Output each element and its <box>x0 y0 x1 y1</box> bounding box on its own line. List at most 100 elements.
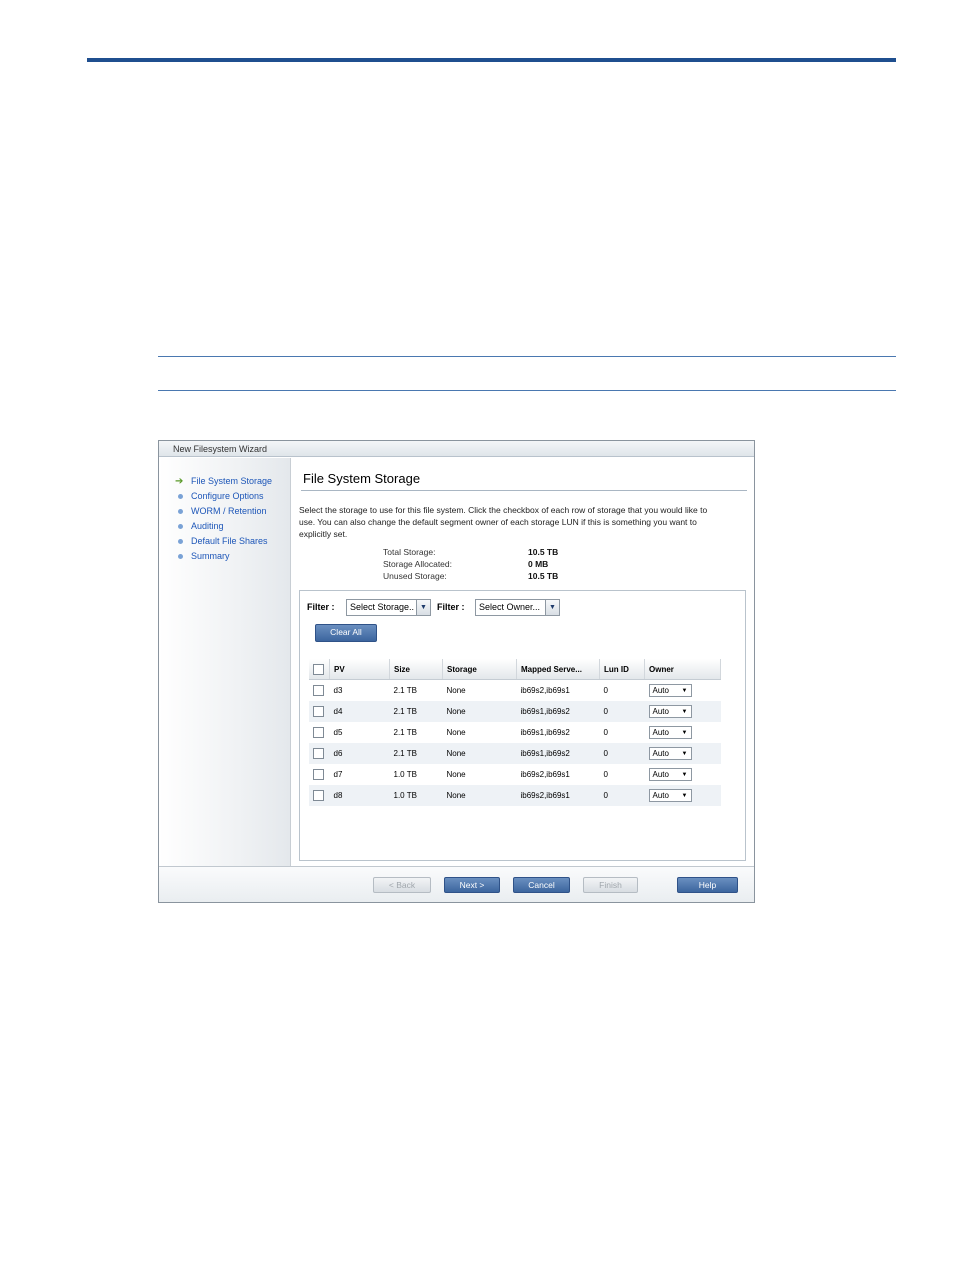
lun-id-cell: 0 <box>599 743 645 764</box>
summary-value: 10.5 TB <box>528 571 559 581</box>
step-file-system-storage[interactable]: ➔ File System Storage <box>175 474 272 489</box>
row-checkbox[interactable] <box>313 727 324 738</box>
owner-value: Auto <box>652 749 669 758</box>
row-checkbox[interactable] <box>313 790 324 801</box>
pv-cell: d4 <box>329 701 390 722</box>
next-button[interactable]: Next > <box>444 877 500 893</box>
table-row[interactable]: d6 2.1 TB None ib69s1,ib69s2 0 Auto ▼ <box>309 743 721 764</box>
top-rule <box>87 58 896 62</box>
dropdown-arrow-icon: ▼ <box>681 688 688 694</box>
dropdown-arrow-icon: ▼ <box>681 751 688 757</box>
size-cell: 2.1 TB <box>389 743 443 764</box>
row-checkbox-cell <box>309 764 330 785</box>
header-owner[interactable]: Owner <box>644 659 721 680</box>
owner-cell: Auto ▼ <box>645 680 721 702</box>
owner-value: Auto <box>652 707 669 716</box>
bullet-icon <box>178 524 183 529</box>
mapped-servers-cell: ib69s1,ib69s2 <box>516 743 600 764</box>
chevron-down-icon[interactable]: ▼ <box>416 600 430 615</box>
note-bottom-rule <box>158 390 896 391</box>
cancel-button[interactable]: Cancel <box>513 877 570 893</box>
row-checkbox[interactable] <box>313 748 324 759</box>
storage-summary: Total Storage: 10.5 TB Storage Allocated… <box>383 546 573 582</box>
mapped-servers-cell: ib69s2,ib69s1 <box>520 770 570 779</box>
mapped-servers-cell: ib69s1,ib69s2 <box>516 701 600 722</box>
dropdown-arrow-icon: ▼ <box>681 730 688 736</box>
owner-select[interactable]: Auto ▼ <box>648 705 692 718</box>
header-storage[interactable]: Storage <box>442 659 517 680</box>
summary-label: Total Storage: <box>383 547 436 557</box>
header-mapped-servers[interactable]: Mapped Serve... <box>516 659 600 680</box>
page-title: File System Storage <box>303 471 421 486</box>
row-checkbox-cell <box>309 680 330 702</box>
bullet-icon <box>178 494 183 499</box>
step-summary[interactable]: Summary <box>175 549 272 564</box>
owner-select[interactable]: Auto ▼ <box>648 768 692 781</box>
owner-select[interactable]: Auto ▼ <box>648 747 692 760</box>
current-step-arrow-icon: ➔ <box>175 476 184 487</box>
select-all-header <box>309 659 330 680</box>
mapped-servers-cell: ib69s2,ib69s1 <box>516 785 600 806</box>
lun-id-cell: 0 <box>603 686 608 695</box>
table-row[interactable]: d4 2.1 TB None ib69s1,ib69s2 0 Auto ▼ <box>309 701 721 722</box>
header-size[interactable]: Size <box>389 659 443 680</box>
storage-cell: None <box>446 686 466 695</box>
row-checkbox[interactable] <box>313 769 324 780</box>
chevron-down-icon[interactable]: ▼ <box>545 600 559 615</box>
header-pv[interactable]: PV <box>329 659 390 680</box>
step-label: Auditing <box>191 521 224 531</box>
step-default-file-shares[interactable]: Default File Shares <box>175 534 272 549</box>
owner-select[interactable]: Auto ▼ <box>648 789 692 802</box>
select-value: Select Owner... <box>479 602 541 612</box>
lun-id-cell: 0 <box>603 770 608 779</box>
filter-label: Filter : <box>437 602 465 612</box>
help-button[interactable]: Help <box>677 877 738 893</box>
size-cell: 2.1 TB <box>393 686 417 695</box>
size-cell: 2.1 TB <box>389 701 443 722</box>
finish-button[interactable]: Finish <box>583 877 638 893</box>
storage-cell: None <box>442 785 517 806</box>
owner-value: Auto <box>652 728 669 737</box>
bullet-icon <box>178 539 183 544</box>
lun-id-cell: 0 <box>599 701 645 722</box>
mapped-servers-cell: ib69s1,ib69s2 <box>520 728 570 737</box>
wizard-main-content: File System Storage Select the storage t… <box>291 458 754 866</box>
select-all-checkbox[interactable] <box>313 663 324 675</box>
select-value: Select Storage.. <box>350 602 415 612</box>
header-lun-id[interactable]: Lun ID <box>599 659 645 680</box>
summary-row-allocated: Storage Allocated: 0 MB <box>383 558 573 570</box>
owner-filter-select[interactable]: Select Owner... ▼ <box>475 599 560 616</box>
row-checkbox[interactable] <box>313 685 324 696</box>
owner-cell: Auto ▼ <box>645 764 721 785</box>
mapped-servers-cell: ib69s2,ib69s1 <box>520 686 570 695</box>
summary-value: 10.5 TB <box>528 547 559 557</box>
step-label: File System Storage <box>191 476 273 486</box>
step-auditing[interactable]: Auditing <box>175 519 272 534</box>
dropdown-arrow-icon: ▼ <box>681 793 688 799</box>
owner-select[interactable]: Auto ▼ <box>648 726 692 739</box>
wizard-steps-sidebar: ➔ File System Storage Configure Options W… <box>159 458 291 866</box>
row-checkbox-cell <box>309 701 330 722</box>
summary-label: Storage Allocated: <box>383 559 452 569</box>
owner-cell: Auto ▼ <box>644 743 721 764</box>
storage-cell: None <box>446 770 466 779</box>
table-row[interactable]: d3 2.1 TB None ib69s2,ib69s1 0 Auto ▼ <box>309 680 721 702</box>
step-configure-options[interactable]: Configure Options <box>175 489 272 504</box>
owner-select[interactable]: Auto ▼ <box>648 684 692 697</box>
step-worm-retention[interactable]: WORM / Retention <box>175 504 272 519</box>
summary-label: Unused Storage: <box>383 571 447 581</box>
dropdown-arrow-icon: ▼ <box>681 709 688 715</box>
wizard-footer: < Back Next > Cancel Finish Help <box>159 866 754 902</box>
instructions-text: Select the storage to use for this file … <box>299 505 708 539</box>
owner-cell: Auto ▼ <box>645 722 721 743</box>
table-row[interactable]: d7 1.0 TB None ib69s2,ib69s1 0 Auto ▼ <box>309 764 721 785</box>
row-checkbox[interactable] <box>313 706 324 717</box>
back-button[interactable]: < Back <box>373 877 431 893</box>
storage-filter-select[interactable]: Select Storage.. ▼ <box>346 599 431 616</box>
pv-cell: d5 <box>333 728 343 737</box>
size-cell: 1.0 TB <box>389 785 443 806</box>
clear-all-button[interactable]: Clear All <box>315 624 377 642</box>
lun-id-cell: 0 <box>599 785 645 806</box>
table-row[interactable]: d8 1.0 TB None ib69s2,ib69s1 0 Auto ▼ <box>309 785 721 806</box>
table-row[interactable]: d5 2.1 TB None ib69s1,ib69s2 0 Auto ▼ <box>309 722 721 743</box>
